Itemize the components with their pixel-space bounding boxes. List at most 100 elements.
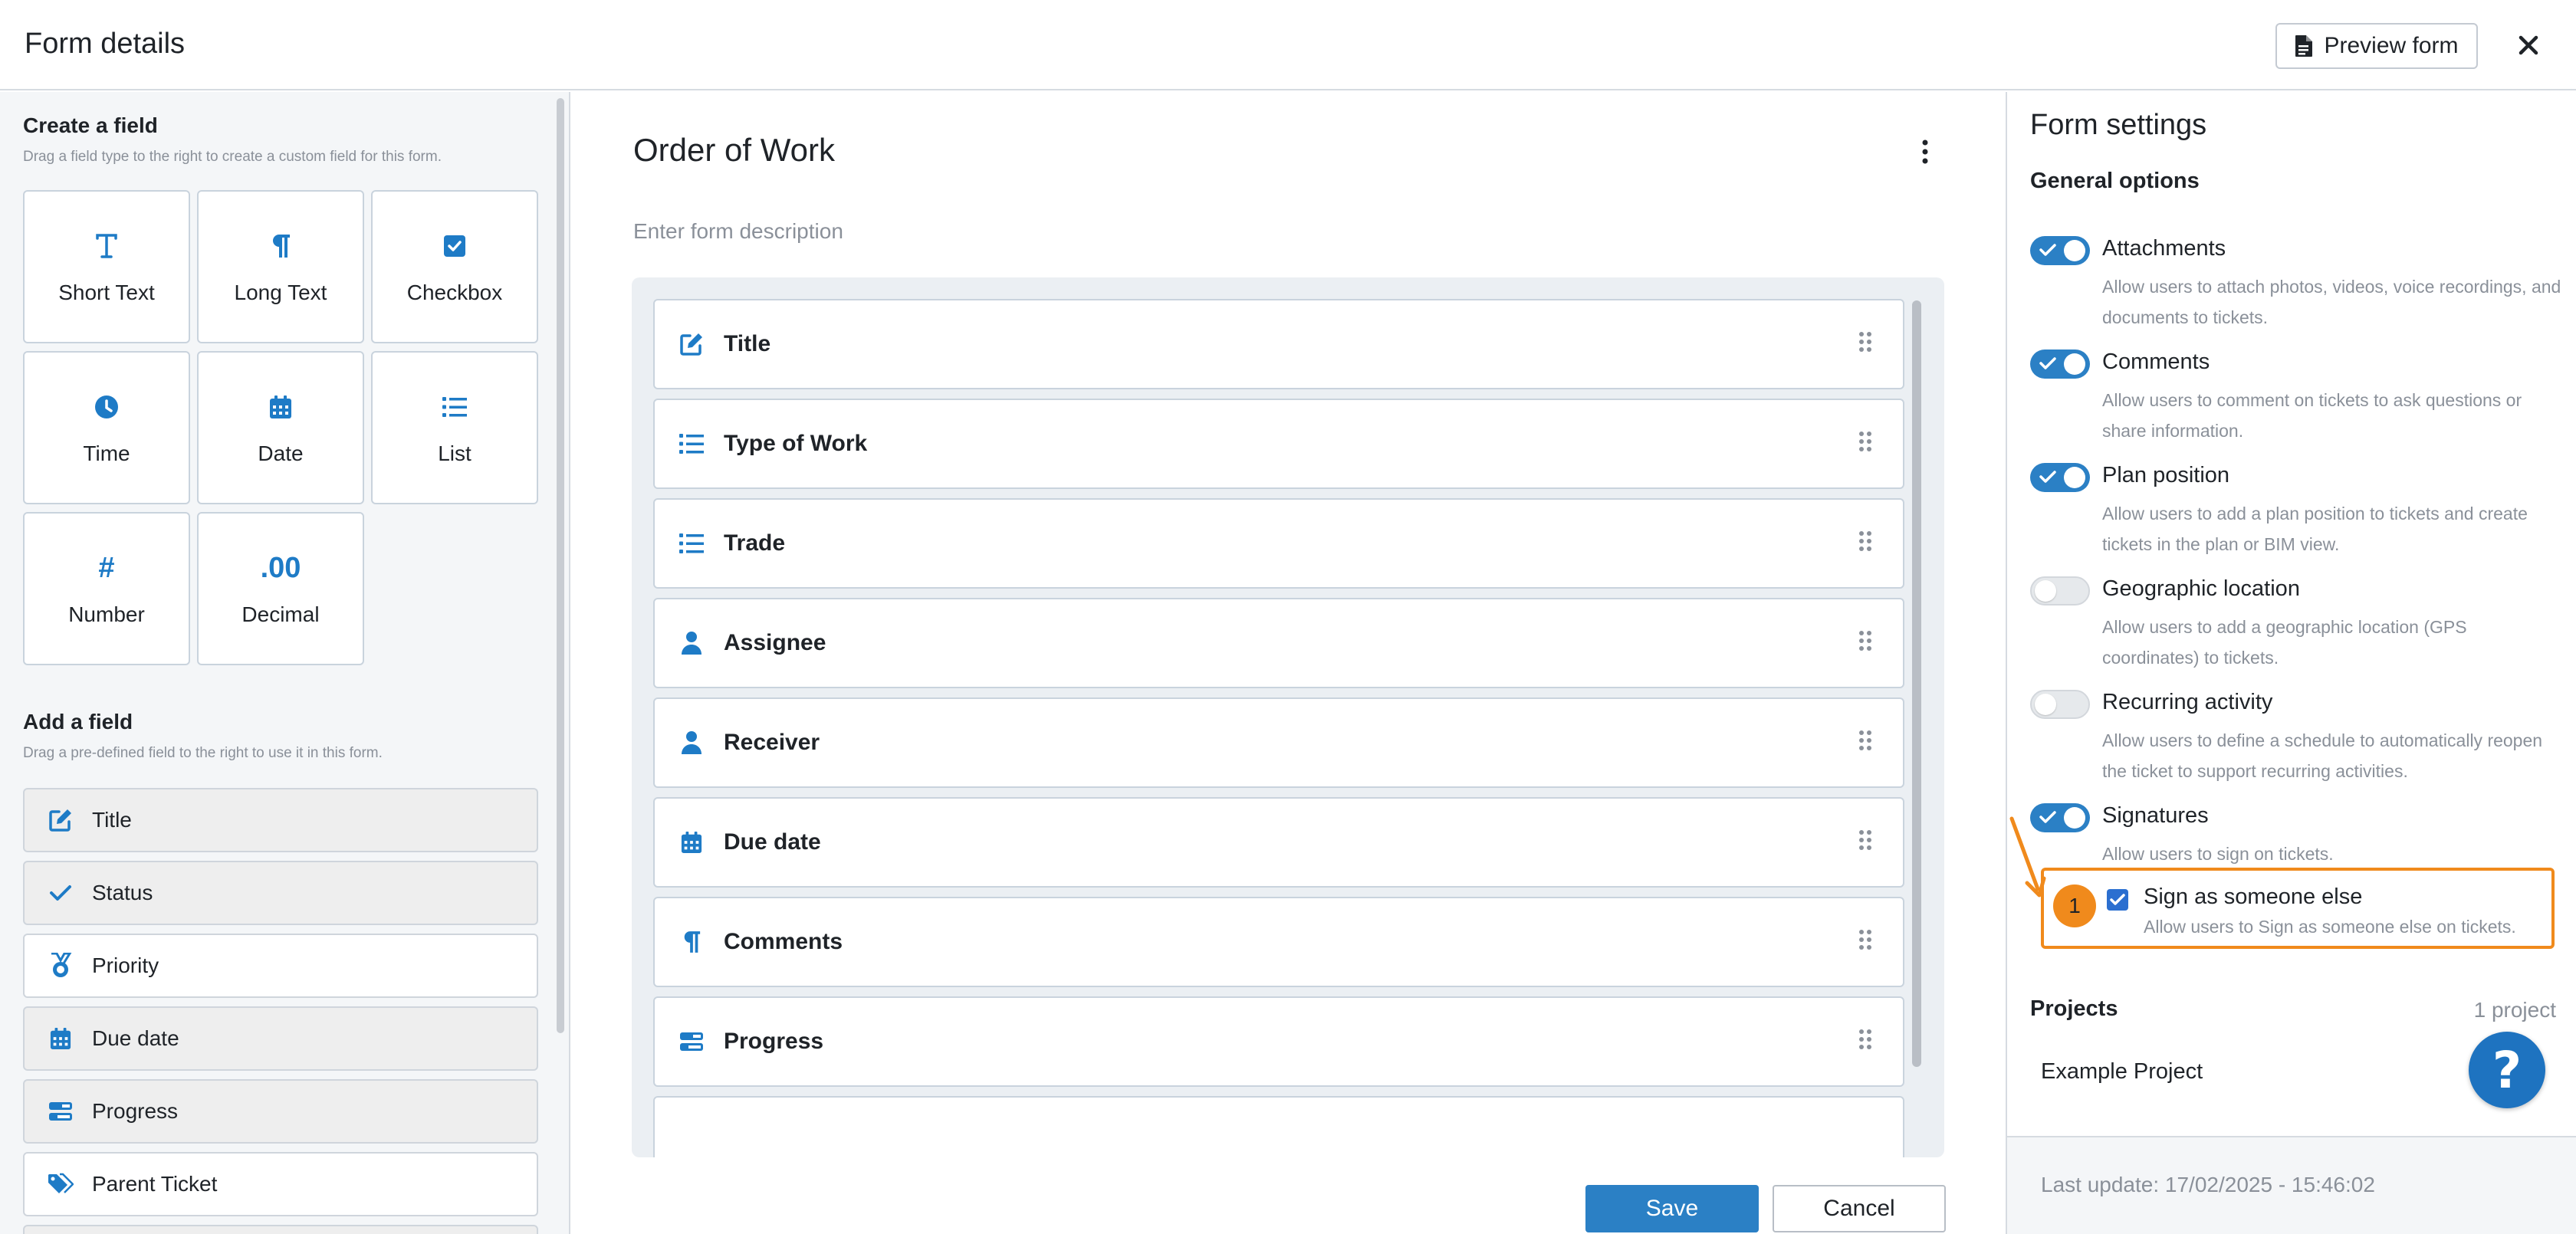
form-field-row[interactable]: Due date [653,797,1904,888]
option-label: Attachments [2102,236,2226,261]
save-button[interactable]: Save [1585,1185,1759,1232]
decimal-glyph: .00 [260,551,301,584]
check-icon [48,880,74,906]
settings-footer: Last update: 17/02/2025 - 15:46:02 [2007,1136,2576,1234]
form-field-row[interactable]: Comments [653,897,1904,987]
drag-handle-icon[interactable] [1858,929,1872,950]
toggle-knob [2035,694,2056,715]
create-field-title: Create a field [23,113,158,137]
comments-toggle[interactable] [2030,350,2090,379]
toggle-knob [2035,580,2056,602]
edit-icon [48,807,74,833]
cancel-button[interactable]: Cancel [1773,1185,1946,1232]
form-field-label: Progress [724,1029,824,1054]
field-type-list[interactable]: List [371,351,538,504]
projects-count: 1 project [2473,998,2556,1022]
plan-position-toggle[interactable] [2030,463,2090,492]
form-field-row[interactable]: Receiver [653,697,1904,788]
predefined-field-title[interactable]: Title [23,788,538,852]
option-description: Allow users to add a plan position to ti… [2102,504,2528,554]
help-button[interactable]: ? [2469,1032,2545,1108]
sign-as-someone-else-label: Sign as someone else [2144,884,2363,909]
form-menu-button[interactable] [1914,136,1937,167]
check-icon [2039,357,2056,369]
medal-icon [48,953,74,979]
canvas-scrollbar[interactable] [1912,300,1921,1067]
field-type-number[interactable]: # Number [23,512,190,665]
left-panel-scrollbar[interactable] [557,98,564,1033]
form-field-row[interactable]: Trade [653,498,1904,589]
drag-handle-icon[interactable] [1858,630,1872,651]
attachments-toggle[interactable] [2030,236,2090,265]
form-field-label: Due date [724,829,821,855]
predefined-field-due-date[interactable]: Due date [23,1006,538,1071]
preview-form-button[interactable]: Preview form [2275,23,2478,69]
edit-icon [678,330,705,358]
close-button[interactable] [2513,28,2544,63]
field-type-time[interactable]: Time [23,351,190,504]
option-label: Geographic location [2102,576,2300,601]
drag-handle-icon[interactable] [1858,730,1872,751]
list-icon [442,389,467,425]
toggle-knob [2064,240,2085,261]
tags-icon [48,1171,74,1197]
kebab-menu-icon [1922,139,1928,164]
form-description-input[interactable]: Enter form description [633,219,843,244]
field-type-label: List [438,441,472,465]
geographic-location-toggle[interactable] [2030,576,2090,606]
form-field-row-partial[interactable] [653,1096,1904,1157]
calendar-icon [269,389,292,425]
form-field-row[interactable]: Type of Work [653,399,1904,489]
field-type-long-text[interactable]: Long Text [197,190,364,343]
predefined-field-parent-ticket[interactable]: Parent Ticket [23,1152,538,1216]
settings-title: Form settings [2030,109,2207,141]
field-type-checkbox[interactable]: Checkbox [371,190,538,343]
option-label: Recurring activity [2102,690,2273,714]
last-update-text: Last update: 17/02/2025 - 15:46:02 [2041,1173,2375,1196]
form-field-label: Trade [724,530,786,556]
calendar-icon [678,829,705,856]
list-icon [678,530,705,557]
sign-as-someone-else-checkbox[interactable] [2107,889,2128,911]
toggle-knob [2064,467,2085,488]
option-description: Allow users to add a geographic location… [2102,617,2467,668]
field-palette-panel: Create a field Drag a field type to the … [0,92,570,1234]
person-icon [678,629,705,657]
predefined-field-partial[interactable] [23,1225,538,1234]
progress-icon [48,1098,74,1124]
progress-icon [678,1028,705,1055]
field-type-short-text[interactable]: Short Text [23,190,190,343]
check-icon [2039,471,2056,483]
check-icon [2110,894,2125,905]
document-icon [2295,34,2313,57]
form-field-row[interactable]: Assignee [653,598,1904,688]
drag-handle-icon[interactable] [1858,829,1872,851]
close-icon [2518,35,2538,55]
field-type-label: Decimal [242,602,320,626]
option-description: Allow users to comment on tickets to ask… [2102,390,2522,441]
drag-handle-icon[interactable] [1858,530,1872,552]
drag-handle-icon[interactable] [1858,331,1872,353]
predefined-field-status[interactable]: Status [23,861,538,925]
recurring-activity-toggle[interactable] [2030,690,2090,719]
field-type-label: Short Text [58,281,155,304]
project-list-item[interactable]: Example Project [2041,1059,2203,1085]
sign-as-someone-else-description: Allow users to Sign as someone else on t… [2144,917,2516,937]
drag-handle-icon[interactable] [1858,431,1872,452]
field-type-label: Number [68,602,145,626]
field-type-decimal[interactable]: .00 Decimal [197,512,364,665]
predefined-field-progress[interactable]: Progress [23,1079,538,1144]
form-field-row[interactable]: Progress [653,996,1904,1087]
option-label: Plan position [2102,463,2230,487]
decimal-icon: .00 [261,550,301,586]
create-field-hint: Drag a field type to the right to create… [23,149,442,165]
form-field-label: Comments [724,929,843,954]
option-label: Signatures [2102,803,2209,828]
predefined-field-priority[interactable]: Priority [23,934,538,998]
predefined-field-label: Status [92,881,153,904]
field-type-date[interactable]: Date [197,351,364,504]
form-field-row[interactable]: Title [653,299,1904,389]
drag-handle-icon[interactable] [1858,1029,1872,1050]
form-title[interactable]: Order of Work [633,132,835,169]
text-t-icon [95,228,118,264]
